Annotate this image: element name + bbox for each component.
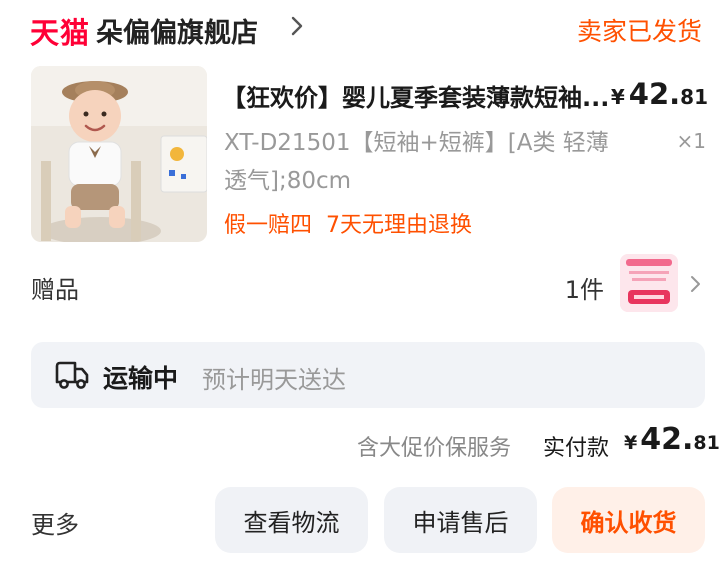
tmall-logo: 天猫 xyxy=(30,16,91,50)
more-button[interactable]: 更多 xyxy=(31,505,79,540)
gift-count: 1件 xyxy=(564,276,604,304)
guarantee-tags: 假一赔四 7天无理由退换 xyxy=(224,207,486,239)
price-decimal: 81 xyxy=(693,432,720,454)
product-spec: XT-D21501【短袖+短裤】[A类 轻薄透气];80cm xyxy=(224,130,609,194)
product-quantity: ×1 xyxy=(676,129,706,153)
product-title[interactable]: 【狂欢价】婴儿夏季套装薄款短袖... xyxy=(222,78,622,113)
after-sale-button[interactable]: 申请售后 xyxy=(384,487,537,553)
price-protection-note: 含大促价保服务 xyxy=(357,436,512,461)
logistics-status: 运输中 xyxy=(103,364,179,393)
view-logistics-button[interactable]: 查看物流 xyxy=(215,487,368,553)
guarantee-tag: 假一赔四 xyxy=(224,213,313,238)
currency-symbol: ¥ xyxy=(610,85,625,109)
price-integer: 42. xyxy=(640,422,694,457)
paid-amount: ¥42.81 xyxy=(624,422,720,457)
chevron-right-icon[interactable] xyxy=(288,14,306,38)
price-integer: 42. xyxy=(628,77,681,111)
confirm-receipt-button[interactable]: 确认收货 xyxy=(552,487,705,553)
currency-symbol: ¥ xyxy=(624,432,638,454)
product-photo xyxy=(31,66,207,242)
gift-card-image xyxy=(620,254,678,312)
chevron-right-icon[interactable] xyxy=(690,274,702,294)
delivery-estimate: 预计明天送达 xyxy=(202,366,346,394)
truck-icon xyxy=(55,361,89,389)
gift-thumbnail[interactable] xyxy=(620,254,678,312)
order-status: 卖家已发货 xyxy=(576,17,702,46)
paid-amount-label: 实付款 xyxy=(543,436,610,461)
product-price: ¥42.81 xyxy=(611,77,708,111)
gift-label: 赠品 xyxy=(31,276,79,304)
product-thumbnail[interactable] xyxy=(31,66,207,242)
shop-name[interactable]: 朵偏偏旗舰店 xyxy=(96,11,258,50)
guarantee-tag: 7天无理由退换 xyxy=(326,213,473,238)
price-decimal: 81 xyxy=(680,85,708,109)
